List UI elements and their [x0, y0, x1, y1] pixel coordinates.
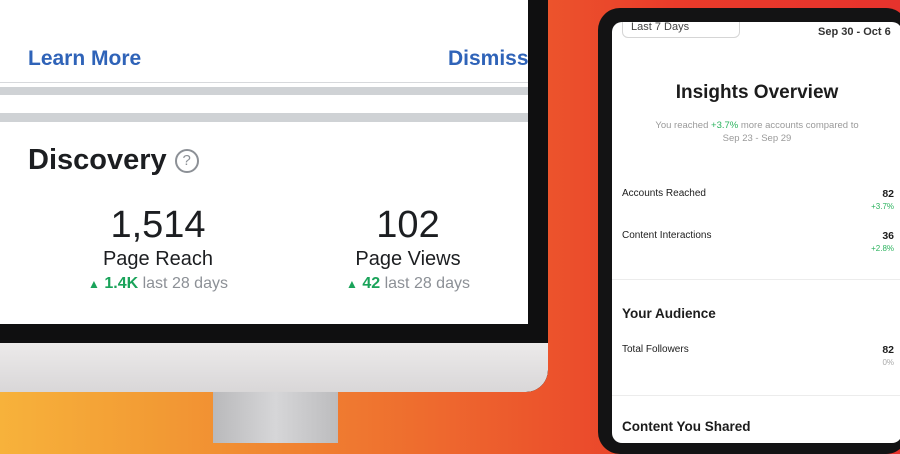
- tablet-screen: Last 7 Days Sep 30 - Oct 6 Insights Over…: [612, 22, 900, 443]
- learn-more-link[interactable]: Learn More: [28, 47, 141, 71]
- dismiss-link[interactable]: Dismiss: [448, 47, 528, 71]
- row-value-number: 82: [882, 344, 894, 356]
- subtitle-change: +3.7%: [711, 120, 739, 131]
- triangle-up-icon: ▲: [346, 277, 358, 291]
- row-value: 82 +3.7%: [871, 188, 894, 211]
- content-shared-heading: Content You Shared: [622, 419, 751, 434]
- divider: [612, 395, 900, 396]
- metric-change-value: 1.4K: [104, 275, 139, 292]
- row-label: Content Interactions: [622, 230, 712, 241]
- subtitle-prefix: You reached: [655, 120, 712, 131]
- metric-label: Page Views: [355, 248, 461, 270]
- divider: [0, 82, 528, 83]
- section-separator: [0, 113, 528, 122]
- metric-change: ▲ 1.4K last 28 days: [48, 275, 268, 293]
- section-separator: [0, 87, 528, 95]
- date-range-dropdown[interactable]: Last 7 Days: [622, 22, 740, 38]
- triangle-up-icon: ▲: [88, 277, 100, 291]
- row-value-number: 82: [882, 188, 894, 200]
- row-value: 82 0%: [882, 344, 894, 367]
- date-range-label: Sep 30 - Oct 6: [818, 26, 891, 38]
- metric-period: last 28 days: [142, 275, 228, 292]
- insights-subtitle: You reached +3.7% more accounts compared…: [652, 119, 862, 145]
- row-value-number: 36: [882, 230, 894, 242]
- total-followers-row[interactable]: Total Followers 82 0%: [622, 344, 894, 367]
- monitor-chin: [0, 343, 548, 392]
- metric-page-views: 102 Page Views ▲ 42 last 28 days: [298, 205, 518, 293]
- divider: [612, 279, 900, 280]
- metric-period: last 28 days: [384, 275, 470, 292]
- tablet-device: Last 7 Days Sep 30 - Oct 6 Insights Over…: [598, 8, 900, 454]
- metric-change-value: 42: [362, 275, 381, 292]
- subtitle-suffix: more accounts compared to Sep 23 - Sep 2…: [722, 120, 859, 144]
- metric-value: 1,514: [110, 204, 206, 246]
- row-change: +2.8%: [871, 244, 894, 253]
- discovery-heading: Discovery ?: [28, 144, 199, 177]
- question-circle-icon[interactable]: ?: [174, 148, 199, 173]
- row-label: Accounts Reached: [622, 188, 706, 199]
- row-change: +3.7%: [871, 202, 894, 211]
- monitor-stand: [213, 392, 338, 443]
- insights-title: Insights Overview: [675, 82, 839, 103]
- metric-value: 102: [376, 204, 440, 246]
- content-interactions-row[interactable]: Content Interactions 36 +2.8%: [622, 230, 894, 253]
- discovery-title: Discovery: [28, 144, 167, 176]
- metric-change: ▲ 42 last 28 days: [298, 275, 518, 293]
- help-glyph: ?: [182, 152, 191, 169]
- row-value: 36 +2.8%: [871, 230, 894, 253]
- row-change: 0%: [882, 358, 894, 367]
- your-audience-heading: Your Audience: [622, 306, 716, 321]
- desktop-screen: Learn More Dismiss Discovery ? 1,514 Pag…: [0, 0, 528, 324]
- camera-dots: [730, 13, 758, 26]
- accounts-reached-row[interactable]: Accounts Reached 82 +3.7%: [622, 188, 894, 211]
- desktop-monitor: Learn More Dismiss Discovery ? 1,514 Pag…: [0, 0, 548, 392]
- row-label: Total Followers: [622, 344, 689, 355]
- metric-label: Page Reach: [102, 248, 214, 270]
- metric-page-reach: 1,514 Page Reach ▲ 1.4K last 28 days: [48, 205, 268, 293]
